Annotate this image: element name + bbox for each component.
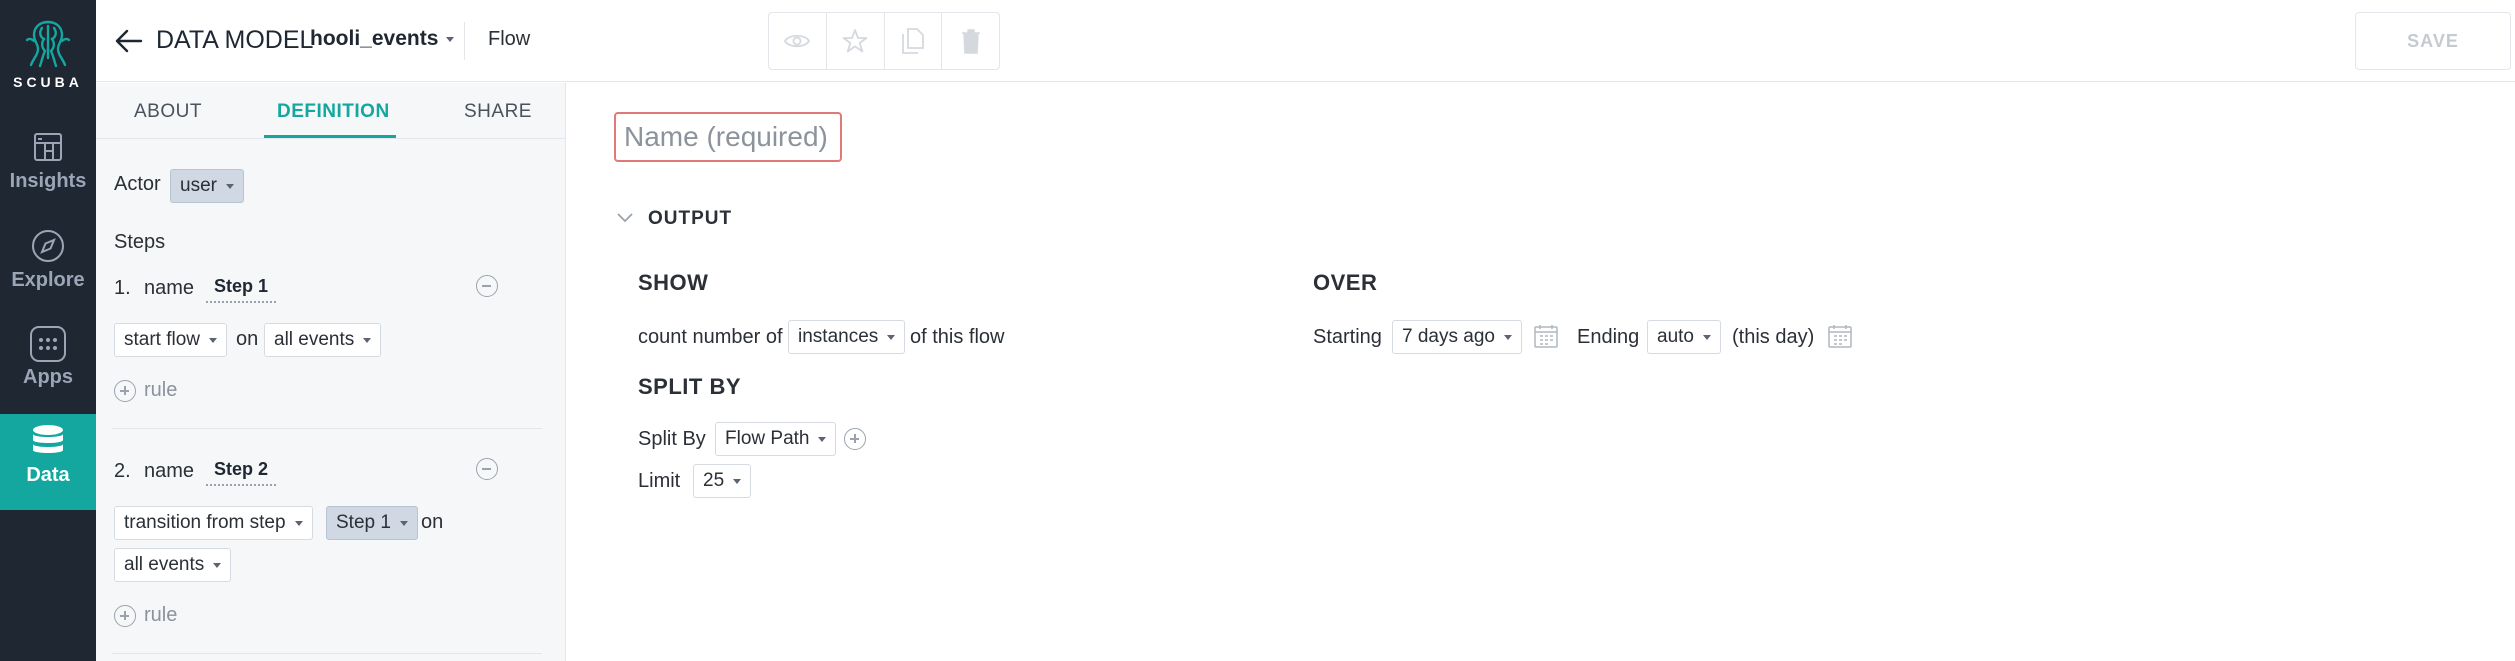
step-name-input[interactable]: Step 1 <box>206 276 277 303</box>
show-metric-select[interactable]: instances <box>788 320 906 354</box>
add-rule-link[interactable]: rule <box>144 379 177 402</box>
object-toolbar <box>768 12 1000 70</box>
apps-grid-icon <box>30 326 66 362</box>
nav-item-apps[interactable]: Apps <box>0 316 96 412</box>
add-split-icon[interactable] <box>844 428 866 450</box>
split-by-title: SPLIT BY <box>638 374 742 399</box>
starting-label: Starting <box>1313 326 1382 348</box>
scuba-logo-icon <box>25 20 71 68</box>
limit-label: Limit <box>638 470 681 492</box>
chevron-down-icon[interactable] <box>616 212 634 224</box>
nav-label-apps: Apps <box>23 366 73 388</box>
delete-button[interactable] <box>942 13 999 69</box>
step-condition-select[interactable]: start flow <box>114 323 228 357</box>
data-model-selector[interactable]: hooli_events <box>310 27 455 51</box>
insights-icon <box>34 133 62 161</box>
step-number: 2. <box>114 460 131 482</box>
compass-icon <box>32 230 64 262</box>
trash-icon <box>961 29 980 54</box>
actor-select[interactable]: user <box>170 169 244 203</box>
actor-label: Actor <box>114 173 161 195</box>
calendar-icon[interactable] <box>1534 324 1558 348</box>
show-title: SHOW <box>638 270 709 295</box>
logo-text: SCUBA <box>13 74 83 90</box>
show-suffix: of this flow <box>910 326 1005 348</box>
nav-label-insights: Insights <box>9 170 87 192</box>
step-divider <box>112 428 542 429</box>
output-section-header[interactable]: OUTPUT <box>648 208 732 230</box>
left-nav: SCUBA Insights Explore Apps Data <box>0 0 96 661</box>
nav-label-data: Data <box>26 464 70 486</box>
copy-icon <box>901 28 924 54</box>
star-icon <box>842 29 868 53</box>
duplicate-button[interactable] <box>885 13 943 69</box>
nav-item-data[interactable]: Data <box>0 414 96 510</box>
nav-item-insights[interactable]: Insights <box>0 122 96 218</box>
flow-name-input[interactable]: Name (required) <box>614 112 842 162</box>
tab-about[interactable]: ABOUT <box>134 101 202 123</box>
steps-label: Steps <box>114 231 166 253</box>
step-events-select[interactable]: all events <box>114 548 232 582</box>
show-prefix: count number of <box>638 326 783 348</box>
data-model-name: hooli_events <box>310 27 439 50</box>
starting-select[interactable]: 7 days ago <box>1392 320 1522 354</box>
add-rule-icon[interactable] <box>114 605 136 627</box>
step-name-label: name <box>144 460 195 482</box>
save-button[interactable]: SAVE <box>2355 12 2511 70</box>
ending-select[interactable]: auto <box>1647 320 1721 354</box>
panel-tabs: ABOUT DEFINITION SHARE <box>96 83 566 139</box>
top-header: DATA MODEL hooli_events Flow SAVE <box>96 0 2515 82</box>
object-type-label: Flow <box>488 28 531 50</box>
step-divider <box>112 653 542 654</box>
split-by-label: Split By <box>638 428 706 450</box>
app-root: SCUBA Insights Explore Apps Data DATA MO… <box>0 0 2515 661</box>
step-number: 1. <box>114 277 131 299</box>
limit-select[interactable]: 25 <box>693 464 752 498</box>
eye-icon <box>784 34 811 48</box>
calendar-icon[interactable] <box>1828 324 1852 348</box>
remove-step-icon[interactable] <box>476 275 498 297</box>
scuba-logo[interactable]: SCUBA <box>0 18 96 90</box>
ending-label: Ending <box>1577 326 1640 348</box>
split-by-select[interactable]: Flow Path <box>715 422 837 456</box>
step-from-select[interactable]: Step 1 <box>326 506 418 540</box>
data-model-label: DATA MODEL <box>156 26 314 54</box>
nav-item-explore[interactable]: Explore <box>0 219 96 315</box>
view-button[interactable] <box>769 13 827 69</box>
favorite-button[interactable] <box>827 13 885 69</box>
over-title: OVER <box>1313 270 1378 295</box>
add-rule-icon[interactable] <box>114 380 136 402</box>
step-name-input[interactable]: Step 2 <box>206 459 277 486</box>
tabs-divider <box>96 138 566 139</box>
definition-panel: ABOUT DEFINITION SHARE Actor user Steps … <box>96 83 566 661</box>
step-on-label: on <box>421 511 444 533</box>
step-condition-select[interactable]: transition from step <box>114 506 313 540</box>
remove-step-icon[interactable] <box>476 458 498 480</box>
chevron-down-icon <box>446 36 455 42</box>
header-divider <box>464 22 465 60</box>
step-on-label: on <box>236 328 259 350</box>
step-events-select[interactable]: all events <box>264 323 382 357</box>
database-icon <box>33 425 63 453</box>
step-name-label: name <box>144 277 195 299</box>
tab-share[interactable]: SHARE <box>464 101 532 123</box>
add-rule-link[interactable]: rule <box>144 604 177 627</box>
tab-definition[interactable]: DEFINITION <box>277 101 390 123</box>
nav-label-explore: Explore <box>11 269 85 291</box>
ending-note: (this day) <box>1732 326 1815 348</box>
back-arrow-icon[interactable] <box>114 26 144 56</box>
